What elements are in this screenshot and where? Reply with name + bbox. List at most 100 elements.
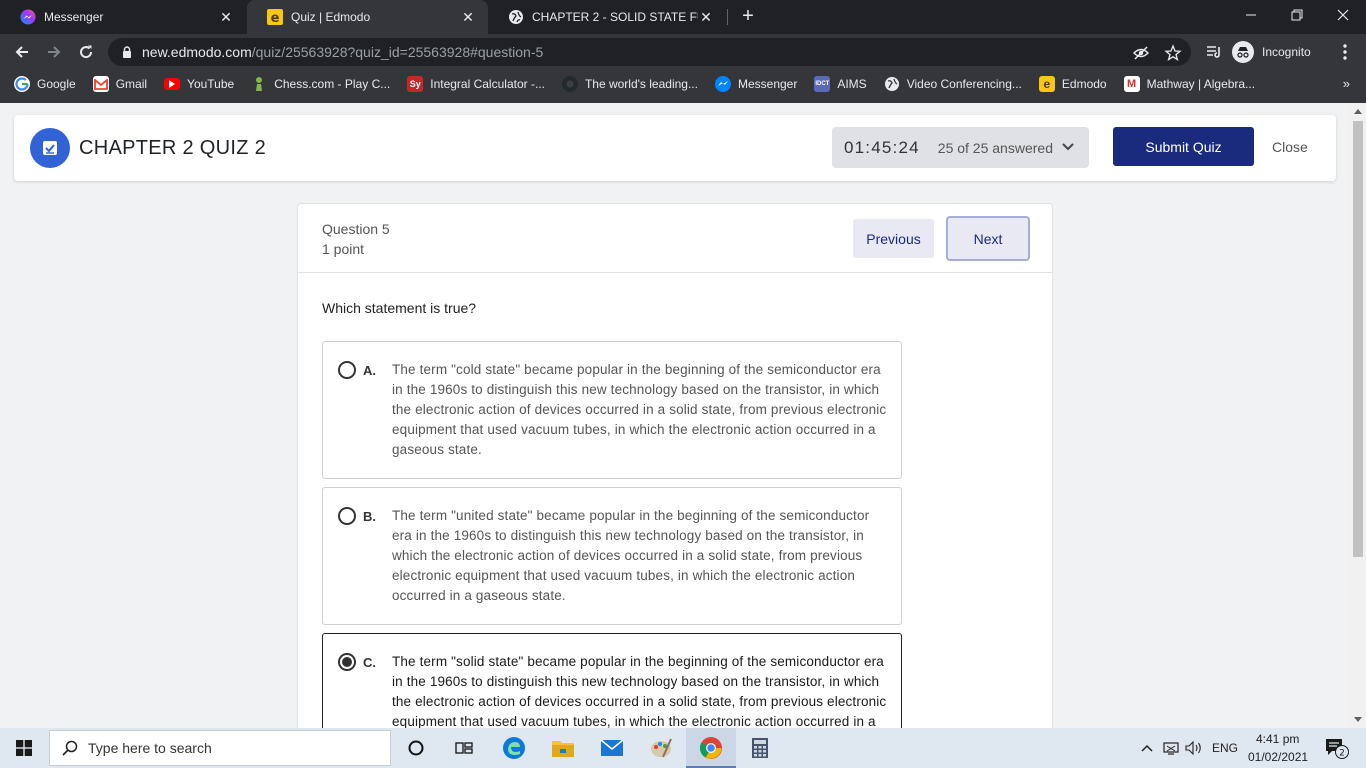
tab-chapter-2[interactable]: CHAPTER 2 - SOLID STATE FUNDA ✕ (488, 0, 726, 34)
bookmark-messenger[interactable]: Messenger (714, 76, 797, 92)
incognito-icon (1232, 41, 1254, 63)
bookmark-integral-calculator[interactable]: Sy Integral Calculator -... (407, 76, 545, 92)
windows-taskbar: Type here to search ENG 4:41 pm 01/02/20… (0, 728, 1366, 768)
show-hidden-icons-chevron-icon[interactable] (1138, 728, 1156, 768)
language-indicator[interactable]: ENG (1212, 741, 1238, 755)
bookmark-aims[interactable]: IDCT AIMS (814, 76, 867, 92)
chess-pawn-icon (251, 76, 267, 92)
windows-start-button[interactable] (0, 728, 48, 768)
taskbar-search-box[interactable]: Type here to search (49, 730, 391, 766)
taskbar-file-explorer[interactable] (543, 728, 583, 768)
taskbar-edge[interactable] (494, 728, 534, 768)
page-scrollbar[interactable] (1350, 103, 1366, 728)
bookmarks-overflow-chevron-icon[interactable]: » (1343, 76, 1350, 91)
bookmark-mathway[interactable]: M Mathway | Algebra... (1123, 76, 1255, 92)
answer-option-b[interactable]: B. The term "united state" became popula… (322, 487, 902, 625)
radio-button[interactable] (338, 361, 356, 379)
calculator-icon (752, 738, 768, 758)
reload-icon (80, 45, 93, 59)
media-control-button[interactable] (1200, 38, 1228, 66)
taskbar-paint[interactable] (641, 728, 681, 768)
bookmark-youtube[interactable]: YouTube (164, 77, 234, 91)
mathway-icon: M (1123, 76, 1140, 92)
chrome-menu-button[interactable] (1331, 38, 1359, 66)
paint-palette-icon (651, 738, 672, 758)
quiz-timer: 01:45:24 (844, 137, 920, 157)
new-tab-button[interactable]: + (737, 5, 759, 27)
quiz-title: CHAPTER 2 QUIZ 2 (79, 137, 267, 159)
taskbar-mail[interactable] (592, 728, 632, 768)
quiz-progress-dropdown[interactable]: 01:45:24 25 of 25 answered (832, 127, 1089, 168)
quiz-icon (30, 128, 70, 168)
tab-quiz-edmodo[interactable]: e Quiz | Edmodo ✕ (247, 0, 488, 34)
bookmark-github[interactable]: The world's leading... (561, 76, 698, 92)
clock-date[interactable]: 01/02/2021 (1248, 750, 1308, 764)
taskbar-chrome[interactable] (686, 728, 736, 768)
kebab-menu-icon (1343, 44, 1347, 60)
next-button[interactable]: Next (946, 216, 1030, 261)
close-icon[interactable]: ✕ (460, 9, 476, 25)
taskbar-calculator[interactable] (740, 728, 780, 768)
answer-option-c[interactable]: C. The term "solid state" became popular… (322, 633, 902, 728)
close-icon[interactable]: ✕ (218, 9, 234, 25)
github-icon (561, 76, 578, 92)
lock-icon (120, 45, 134, 59)
scrollbar-thumb[interactable] (1353, 121, 1363, 557)
aims-icon: IDCT (814, 76, 831, 92)
question-points: 1 point (322, 241, 365, 257)
restore-button[interactable] (1274, 0, 1320, 30)
playlist-icon (1207, 46, 1220, 58)
svg-text:e: e (271, 11, 280, 25)
forward-button[interactable] (40, 38, 68, 66)
messenger-icon (714, 76, 731, 92)
incognito-indicator[interactable]: Incognito (1232, 39, 1311, 65)
windows-logo-icon (16, 740, 32, 756)
clock-time[interactable]: 4:41 pm (1256, 732, 1299, 746)
question-card: Question 5 1 point Previous Next Which s… (297, 203, 1053, 728)
radio-button[interactable] (338, 507, 356, 525)
cortana-circle-icon (408, 740, 424, 756)
bookmark-video-conferencing[interactable]: Video Conferencing... (884, 76, 1022, 92)
close-quiz-button[interactable]: Close (1272, 139, 1308, 155)
chevron-down-icon (1061, 139, 1075, 157)
answered-count: 25 of 25 answered (937, 139, 1053, 156)
reload-button[interactable] (72, 38, 100, 66)
bookmark-edmodo[interactable]: e Edmodo (1038, 76, 1107, 92)
notification-center-button[interactable]: 2 (1318, 728, 1354, 768)
star-icon[interactable] (1164, 44, 1182, 62)
minimize-button[interactable] (1228, 0, 1274, 30)
chrome-icon (700, 737, 722, 759)
bookmark-google[interactable]: Google (14, 76, 76, 92)
option-letter: A. (363, 363, 376, 378)
divider (298, 272, 1052, 273)
address-bar[interactable]: new.edmodo.com/quiz/25563928?quiz_id=255… (108, 38, 1191, 66)
cortana-button[interactable] (396, 728, 436, 768)
page-viewport: CHAPTER 2 QUIZ 2 01:45:24 25 of 25 answe… (0, 103, 1350, 728)
tab-messenger[interactable]: Messenger ✕ (0, 0, 246, 34)
previous-button[interactable]: Previous (853, 219, 934, 258)
profile-label: Incognito (1262, 45, 1311, 59)
network-icon[interactable] (1160, 728, 1182, 768)
scroll-down-arrow-icon[interactable] (1354, 717, 1362, 722)
edmodo-icon: e (1038, 76, 1055, 92)
globe-icon (884, 76, 900, 92)
eye-off-icon[interactable] (1132, 44, 1150, 62)
submit-quiz-button[interactable]: Submit Quiz (1113, 127, 1254, 166)
window-close-button[interactable] (1320, 0, 1366, 30)
option-text: The term "united state" became popular i… (392, 508, 870, 603)
mail-icon (600, 739, 624, 756)
tab-title: Quiz | Edmodo (291, 10, 371, 24)
bookmark-gmail[interactable]: Gmail (92, 76, 147, 92)
back-button[interactable] (8, 38, 36, 66)
scroll-up-arrow-icon[interactable] (1354, 109, 1362, 114)
task-view-button[interactable] (444, 728, 484, 768)
answer-option-a[interactable]: A. The term "cold state" became popular … (322, 341, 902, 479)
messenger-icon (20, 9, 36, 25)
youtube-icon (164, 78, 181, 90)
notification-count: 2 (1339, 749, 1345, 759)
volume-icon[interactable] (1184, 728, 1204, 768)
browser-toolbar: new.edmodo.com/quiz/25563928?quiz_id=255… (0, 34, 1366, 70)
close-icon[interactable]: ✕ (698, 9, 714, 25)
radio-button-selected[interactable] (338, 653, 356, 671)
bookmark-chess[interactable]: Chess.com - Play C... (251, 76, 390, 92)
